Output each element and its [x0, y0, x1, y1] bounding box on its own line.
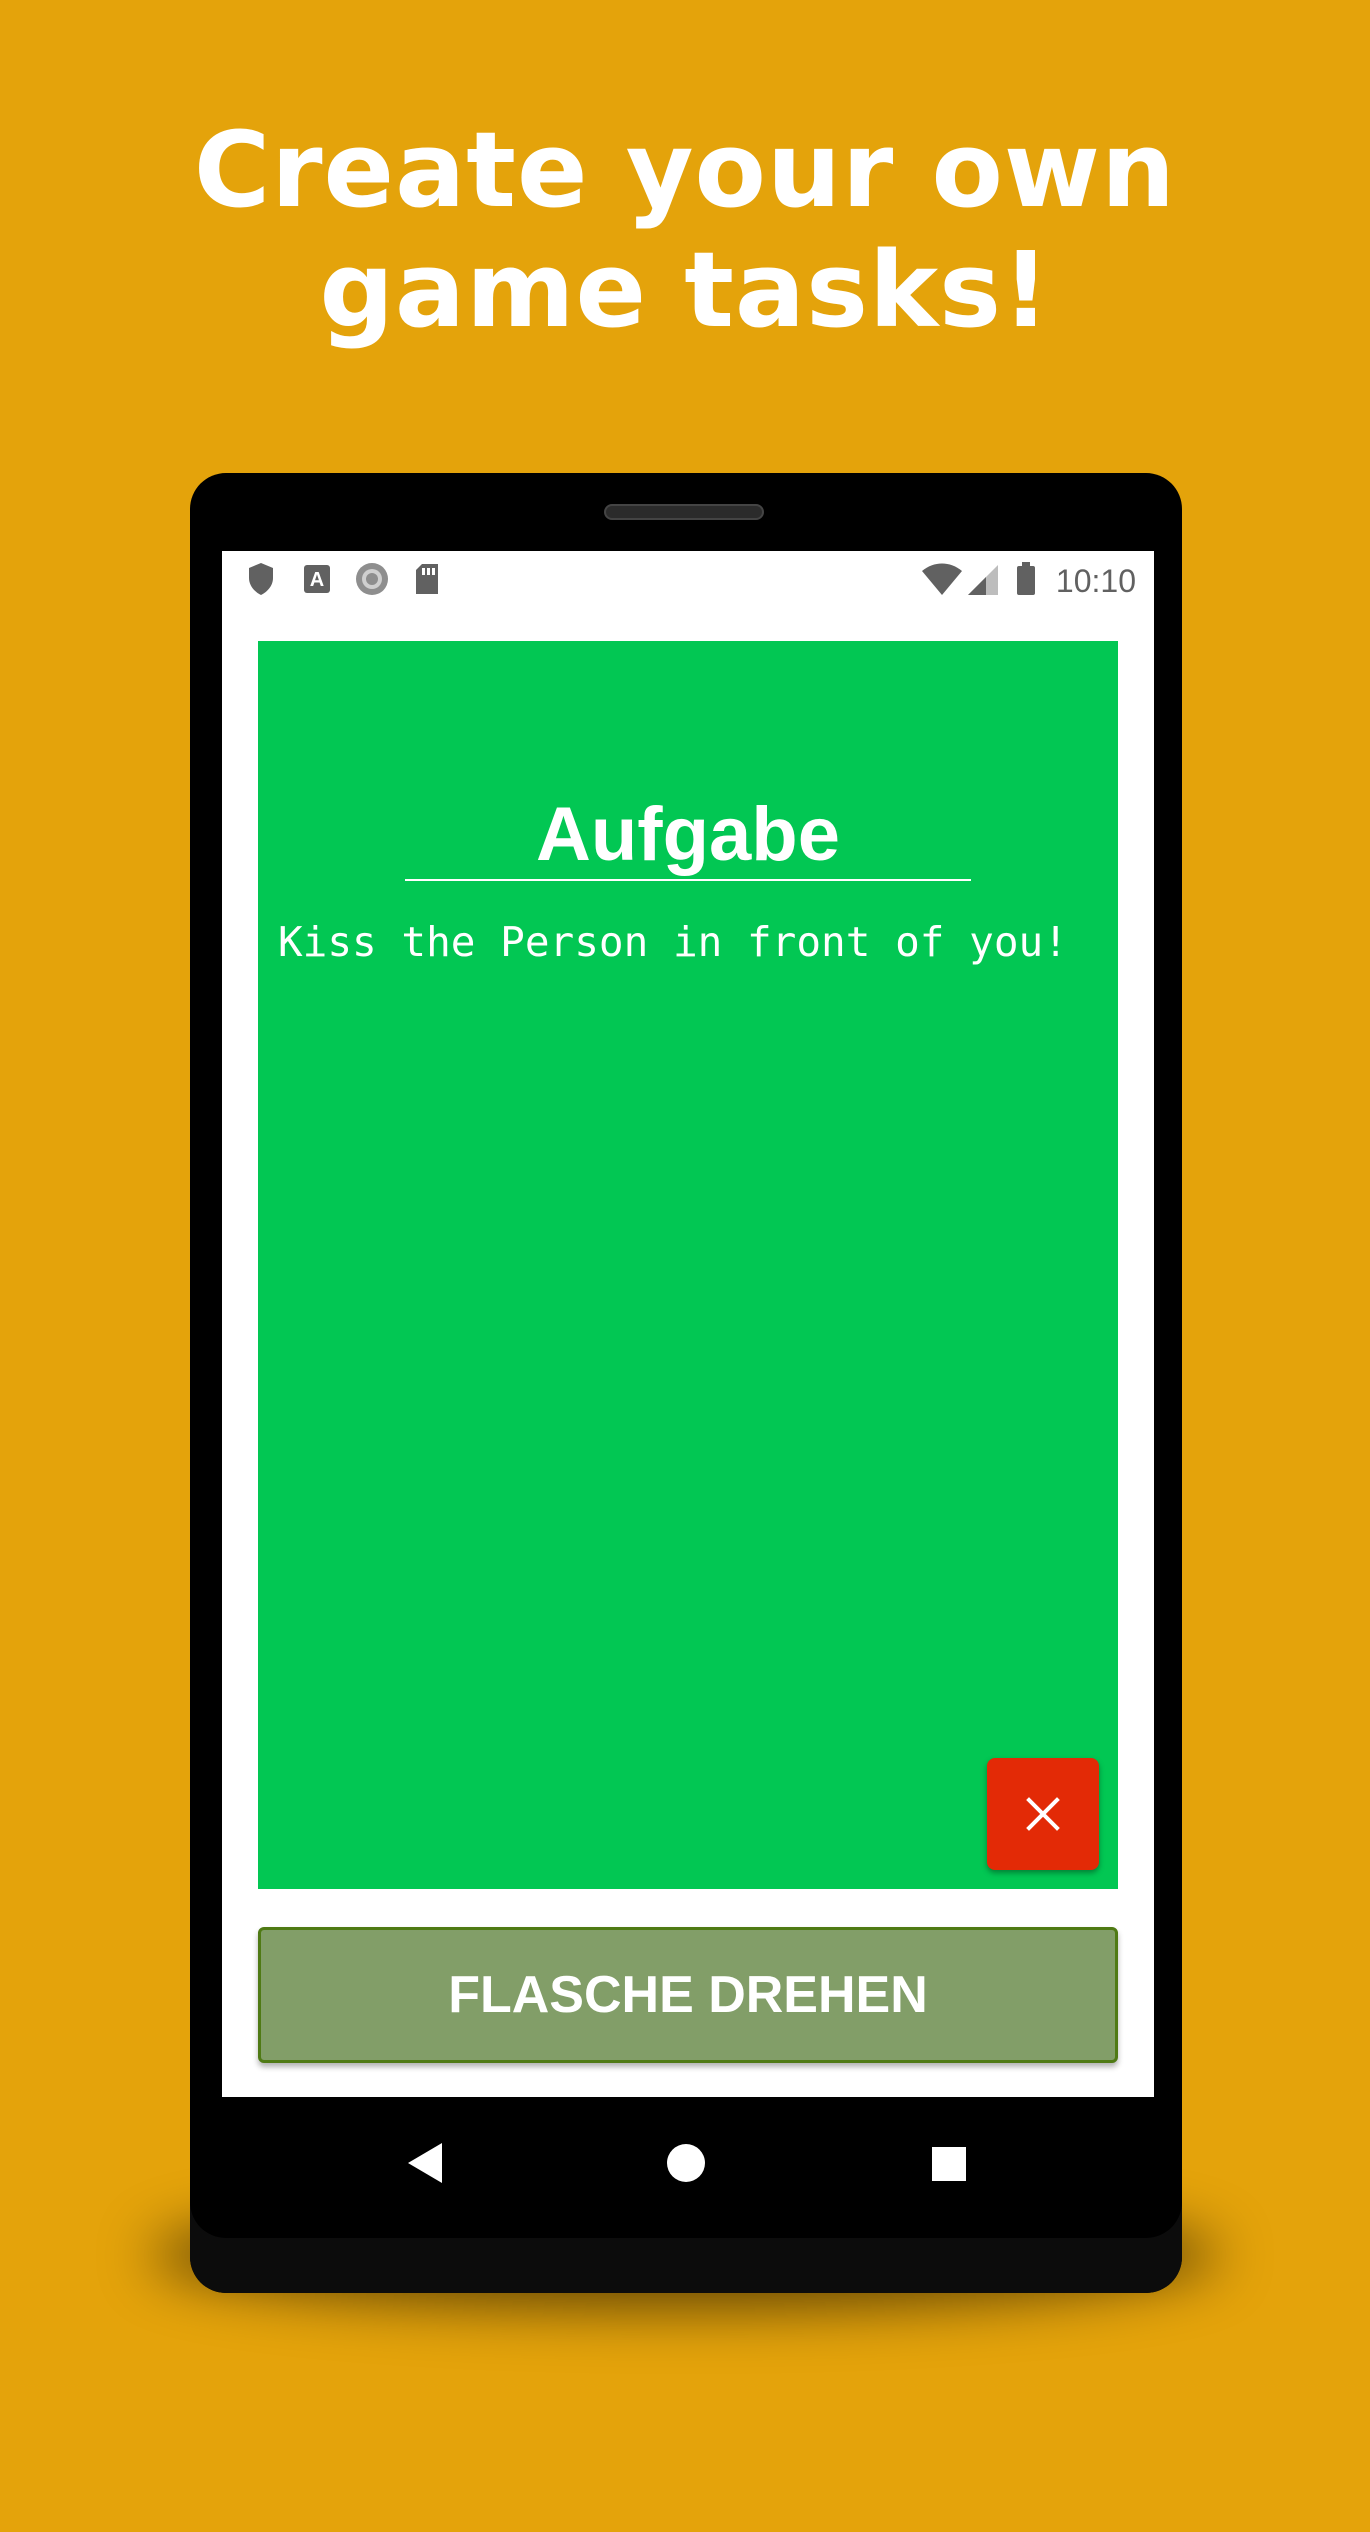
- battery-icon: [1014, 561, 1038, 601]
- task-title: Aufgabe: [405, 791, 971, 881]
- back-button[interactable]: [384, 2123, 464, 2203]
- back-triangle-icon: [408, 2143, 442, 2183]
- status-bar: A 10:10: [222, 551, 1154, 609]
- task-text: Kiss the Person in front of you!: [278, 918, 1068, 966]
- promo-headline-line2: game tasks!: [319, 229, 1051, 351]
- spin-bottle-button[interactable]: FLASCHE DREHEN: [258, 1927, 1118, 2063]
- phone-frame: A 10:10 Aufgabe Kiss the Person in front…: [190, 473, 1182, 2293]
- wifi-icon: [920, 561, 964, 601]
- sd-card-icon: [412, 561, 442, 601]
- task-card: Aufgabe Kiss the Person in front of you!: [258, 641, 1118, 1889]
- promo-headline-line1: Create your own: [193, 109, 1177, 231]
- home-button[interactable]: [646, 2123, 726, 2203]
- circle-record-icon: [354, 561, 390, 601]
- phone-screen: A 10:10 Aufgabe Kiss the Person in front…: [222, 551, 1154, 2097]
- promo-headline: Create your own game tasks!: [0, 110, 1370, 350]
- cell-signal-icon: [966, 561, 1002, 601]
- home-circle-icon: [667, 2144, 705, 2182]
- text-a-icon: A: [302, 561, 332, 601]
- navigation-bar: [190, 2123, 1182, 2203]
- recents-button[interactable]: [908, 2123, 988, 2203]
- close-button[interactable]: [987, 1758, 1099, 1870]
- shield-icon: [246, 561, 276, 601]
- close-icon: [1026, 1797, 1060, 1831]
- status-time: 10:10: [1055, 563, 1136, 599]
- phone-speaker: [604, 504, 764, 520]
- svg-text:A: A: [310, 569, 324, 591]
- recents-square-icon: [932, 2147, 966, 2181]
